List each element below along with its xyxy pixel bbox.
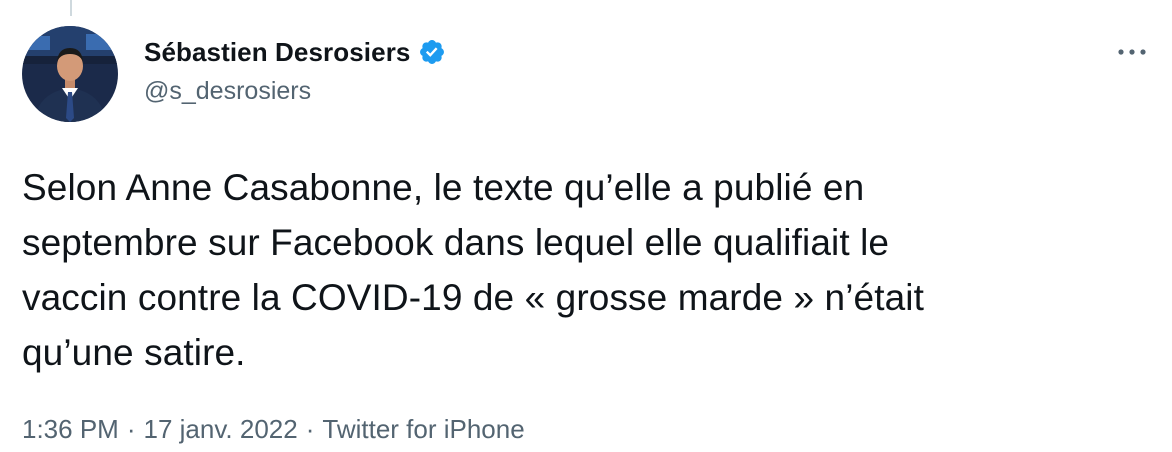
tweet-metadata: 1:36 PM · 17 janv. 2022 · Twitter for iP…	[22, 414, 525, 445]
tweet-source[interactable]: Twitter for iPhone	[322, 414, 524, 445]
verified-badge-icon	[418, 38, 446, 66]
more-horizontal-icon	[1118, 49, 1146, 55]
tweet-text: Selon Anne Casabonne, le texte qu’elle a…	[22, 167, 924, 373]
tweet-date[interactable]: 17 janv. 2022	[144, 414, 298, 445]
author-display-name[interactable]: Sébastien Desrosiers	[144, 37, 410, 68]
author-handle[interactable]: @s_desrosiers	[144, 77, 311, 106]
meta-separator: ·	[126, 414, 136, 444]
author-name-row: Sébastien Desrosiers	[144, 34, 446, 70]
tweet-time[interactable]: 1:36 PM	[22, 414, 119, 445]
more-options-button[interactable]	[1112, 40, 1152, 64]
thread-connector-line	[70, 0, 72, 16]
meta-separator: ·	[305, 414, 315, 444]
profile-photo	[22, 26, 118, 122]
avatar[interactable]	[22, 26, 118, 122]
